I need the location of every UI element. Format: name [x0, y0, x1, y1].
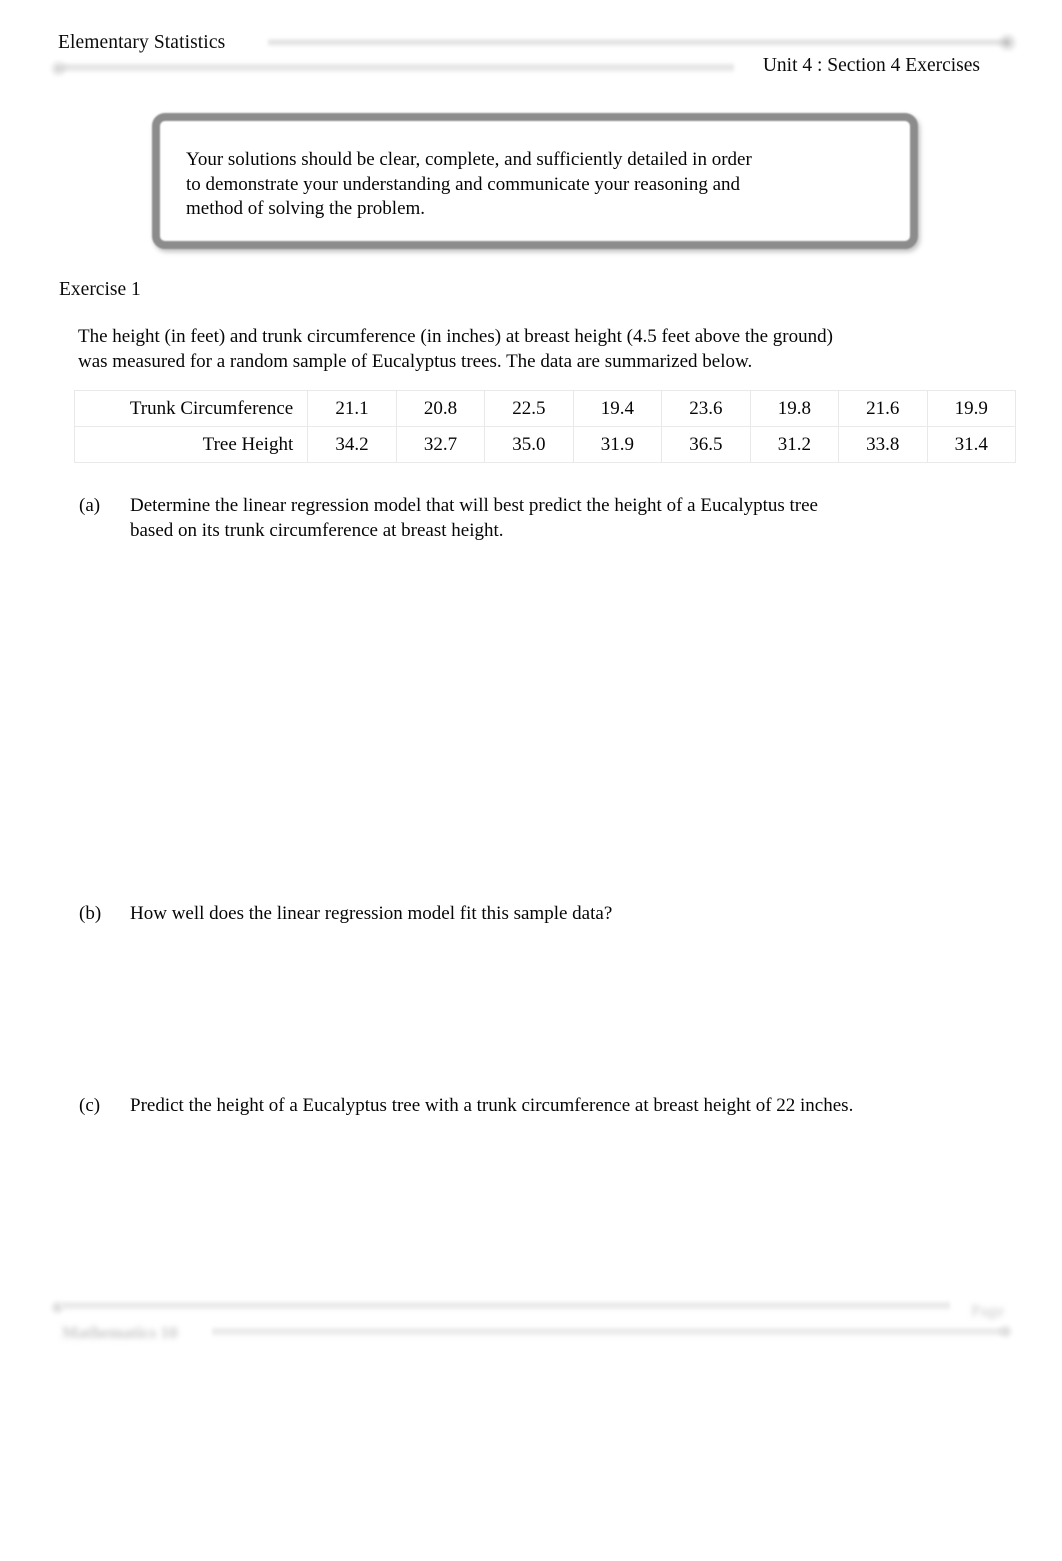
table-cell: 21.6	[838, 390, 928, 427]
page-header: Elementary Statistics Unit 4 : Section 4…	[0, 0, 1062, 96]
table-cell: 35.0	[484, 426, 574, 463]
table-cell: 32.7	[395, 426, 486, 463]
table-row: Tree Height 34.2 32.7 35.0 31.9 36.5 31.…	[73, 426, 1017, 463]
header-divider-top	[268, 38, 1008, 47]
footer-divider-bottom	[212, 1326, 1002, 1337]
part-b-marker: (b)	[79, 903, 102, 924]
table-row: Trunk Circumference 21.1 20.8 22.5 19.4 …	[73, 390, 1017, 427]
table-cell: 31.2	[749, 426, 840, 463]
exercise-part-b: (b) How well does the linear regression …	[79, 902, 939, 927]
table-cell: 20.8	[395, 390, 486, 427]
exercise-heading: Exercise 1	[59, 279, 141, 300]
footer-marker-right-icon	[998, 1324, 1013, 1339]
row-label-tree-height: Tree Height	[73, 426, 309, 463]
table-cell: 31.9	[572, 426, 663, 463]
part-c-line-1: Predict the height of a Eucalyptus tree …	[130, 1095, 854, 1116]
table-cell: 21.1	[307, 390, 397, 427]
table-cell: 19.4	[572, 390, 663, 427]
table-cell: 19.8	[749, 390, 840, 427]
instruction-line-2: to demonstrate your understanding and co…	[186, 173, 741, 195]
document-page: Elementary Statistics Unit 4 : Section 4…	[0, 0, 1062, 1561]
row-label-trunk-circumference: Trunk Circumference	[73, 390, 309, 427]
header-unit-title: Unit 4 : Section 4 Exercises	[762, 55, 980, 76]
table-cell: 34.2	[307, 426, 397, 463]
table-cell: 33.8	[838, 426, 928, 463]
instruction-text: Your solutions should be clear, complete…	[186, 148, 846, 222]
part-b-line-1: How well does the linear regression mode…	[130, 903, 613, 924]
part-a-line-2: based on its trunk circumference at brea…	[130, 519, 504, 541]
exercise-prompt: The height (in feet) and trunk circumfer…	[78, 325, 934, 374]
table-cell: 36.5	[661, 426, 751, 463]
header-marker-left-icon	[50, 60, 67, 77]
header-course-title: Elementary Statistics	[58, 32, 226, 53]
table-cell: 31.4	[926, 426, 1017, 463]
data-table-container: Trunk Circumference 21.1 20.8 22.5 19.4 …	[73, 390, 1017, 472]
page-footer: Page Mathematics 10	[0, 1288, 1062, 1350]
footer-page-label: Page	[970, 1301, 1004, 1320]
eucalyptus-data-table: Trunk Circumference 21.1 20.8 22.5 19.4 …	[73, 390, 1017, 463]
exercise-prompt-line-1: The height (in feet) and trunk circumfer…	[78, 326, 833, 347]
exercise-part-a: (a) Determine the linear regression mode…	[79, 494, 939, 543]
table-cell: 22.5	[484, 390, 574, 427]
instruction-line-3: method of solving the problem.	[186, 198, 426, 219]
answer-space-c[interactable]	[79, 1126, 959, 1276]
table-cell: 19.9	[926, 390, 1017, 427]
footer-divider-top	[62, 1300, 950, 1311]
instruction-line-1: Your solutions should be clear, complete…	[186, 149, 752, 170]
part-c-marker: (c)	[79, 1095, 101, 1116]
exercise-part-c: (c) Predict the height of a Eucalyptus t…	[79, 1094, 959, 1119]
answer-space-a[interactable]	[79, 550, 939, 890]
table-cell: 23.6	[661, 390, 751, 427]
header-marker-right-icon	[998, 33, 1017, 52]
answer-space-b[interactable]	[79, 934, 939, 1079]
part-a-marker: (a)	[79, 495, 101, 516]
part-a-line-1: Determine the linear regression model th…	[130, 495, 818, 516]
exercise-prompt-line-2: was measured for a random sample of Euca…	[78, 350, 753, 372]
header-divider-bottom	[62, 62, 734, 73]
footer-course-label: Mathematics 10	[62, 1323, 178, 1342]
